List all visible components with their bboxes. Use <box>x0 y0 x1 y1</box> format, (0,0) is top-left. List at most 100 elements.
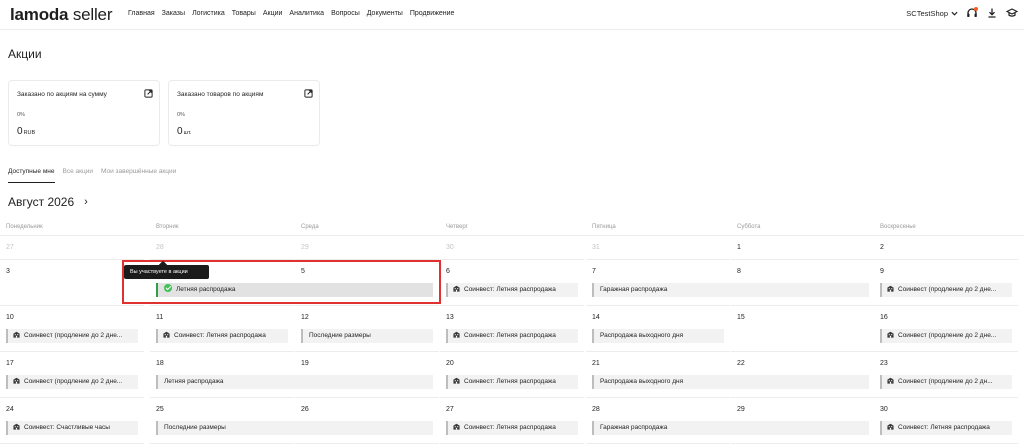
shop-name: SCTestShop <box>906 8 948 18</box>
day-number: 25 <box>156 406 164 413</box>
calendar-day-cell: 15 <box>731 306 875 352</box>
nav-item-promotions[interactable]: Акции <box>263 10 283 17</box>
promotion-event[interactable]: Соинвест (продление до 2 дн... <box>880 375 1012 389</box>
promotion-event[interactable]: Распродажа выходного дня <box>592 375 869 389</box>
promotion-event-label: Летняя распродажа <box>176 286 236 293</box>
day-number: 19 <box>301 360 309 367</box>
promotion-event-label: Соинвест: Летняя распродажа <box>174 332 266 339</box>
day-number: 12 <box>301 314 309 321</box>
day-number: 15 <box>737 314 745 321</box>
promotion-event[interactable]: Летняя распродажа <box>156 283 433 297</box>
lamoda-seller-logo[interactable]: lamoda seller <box>10 5 112 25</box>
nav-item-logistics[interactable]: Логистика <box>192 10 225 17</box>
promotion-event[interactable]: Соинвест: Летняя распродажа <box>446 329 578 343</box>
promotion-event-label: Соинвест (продление до 2 дне... <box>24 378 123 385</box>
weekday-label: Среда <box>301 224 319 230</box>
participation-tooltip: Вы участвуете в акции <box>124 265 209 279</box>
promotion-event[interactable]: Гаражная распродажа <box>592 283 869 297</box>
day-number: 10 <box>6 314 14 321</box>
weekday-label: Воскресенье <box>880 224 916 230</box>
promotion-event[interactable]: Соинвест (продление до 2 дне... <box>880 283 1012 297</box>
day-number: 6 <box>446 268 450 275</box>
promotion-event[interactable]: Соинвест: Летняя распродажа <box>446 375 578 389</box>
page-title: Акции <box>8 47 42 61</box>
tab-available[interactable]: Доступные мне <box>8 168 55 183</box>
building-icon <box>13 331 20 338</box>
weekday-label: Четверг <box>446 224 468 230</box>
building-icon <box>453 331 460 338</box>
building-icon <box>453 377 460 384</box>
promotion-event-label: Последние размеры <box>164 424 226 431</box>
download-icon[interactable] <box>986 7 998 19</box>
external-link-icon[interactable] <box>304 89 313 98</box>
building-icon <box>887 423 894 430</box>
day-number: 7 <box>592 268 596 275</box>
next-month-arrow-icon[interactable]: › <box>84 196 88 208</box>
graduation-cap-icon[interactable] <box>1005 7 1019 19</box>
day-number: 31 <box>592 244 600 251</box>
promotion-event[interactable]: Соинвест: Летняя распродажа <box>156 329 288 343</box>
day-number: 9 <box>880 268 884 275</box>
promotion-event[interactable]: Соинвест: Летняя распродажа <box>446 283 578 297</box>
weekday-label: Понедельник <box>6 224 43 230</box>
promotion-event-label: Соинвест (продление до 2 дне... <box>24 332 123 339</box>
weekday-label: Суббота <box>737 224 761 230</box>
promotion-event[interactable]: Соинвест (продление до 2 дне... <box>6 375 138 389</box>
day-number: 18 <box>156 360 164 367</box>
weekday-label: Пятница <box>592 224 616 230</box>
promotion-event-label: Соинвест: Летняя распродажа <box>464 332 556 339</box>
promotion-event-label: Летняя распродажа <box>164 378 224 385</box>
promotion-event-label: Распродажа выходного дня <box>600 378 684 385</box>
tab-all[interactable]: Все акции <box>63 168 93 183</box>
day-number: 28 <box>592 406 600 413</box>
nav-item-home[interactable]: Главная <box>128 10 155 17</box>
day-number: 30 <box>446 244 454 251</box>
promotion-event-label: Соинвест: Летняя распродажа <box>464 424 556 431</box>
promotion-event[interactable]: Соинвест: Летняя распродажа <box>446 421 578 435</box>
month-header: Август 2026 › <box>8 195 88 209</box>
calendar-day-cell: 27 <box>0 238 144 260</box>
shop-selector[interactable]: SCTestShop <box>906 9 958 18</box>
chevron-down-icon <box>951 11 958 16</box>
promotion-event[interactable]: Соинвест (продление до 2 дне... <box>880 329 1012 343</box>
nav-item-products[interactable]: Товары <box>232 10 256 17</box>
promotion-event-label: Соинвест: Счастливые часы <box>24 424 110 431</box>
promotion-event[interactable]: Последние размеры <box>156 421 433 435</box>
nav-item-orders[interactable]: Заказы <box>162 10 185 17</box>
weekday-label: Вторник <box>156 224 179 230</box>
day-number: 26 <box>301 406 309 413</box>
day-number: 16 <box>880 314 888 321</box>
calendar-day-cell: 3 <box>0 260 144 306</box>
promotion-event-label: Распродажа выходного дня <box>600 332 684 339</box>
tab-completed[interactable]: Мои завершённые акции <box>101 168 176 183</box>
nav-item-questions[interactable]: Вопросы <box>331 10 360 17</box>
day-number: 27 <box>6 244 14 251</box>
day-number: 27 <box>446 406 454 413</box>
stat-percent: 0% <box>177 112 185 118</box>
external-link-icon[interactable] <box>144 89 153 98</box>
promotion-event[interactable]: Последние размеры <box>301 329 433 343</box>
promotion-event[interactable]: Соинвест: Счастливые часы <box>6 421 138 435</box>
calendar-day-cell: 28 <box>150 238 294 260</box>
promotion-event[interactable]: Распродажа выходного дня <box>592 329 724 343</box>
promotion-event[interactable]: Гаражная распродажа <box>592 421 869 435</box>
promotion-event[interactable]: Соинвест: Летняя распродажа <box>880 421 1012 435</box>
stat-card-order-sum: Заказано по акциям на сумму 0% 0RUB <box>8 80 160 146</box>
headset-support-icon[interactable] <box>966 7 978 19</box>
day-number: 24 <box>6 406 14 413</box>
main-nav: Главная Заказы Логистика Товары Акции Ан… <box>128 10 454 17</box>
promotion-event[interactable]: Летняя распродажа <box>156 375 433 389</box>
nav-item-analytics[interactable]: Аналитика <box>289 10 324 17</box>
building-icon <box>887 285 894 292</box>
stat-label: Заказано по акциям на сумму <box>17 91 107 98</box>
promotion-event[interactable]: Соинвест (продление до 2 дне... <box>6 329 138 343</box>
promotion-event-label: Гаражная распродажа <box>600 286 668 293</box>
day-number: 29 <box>737 406 745 413</box>
building-icon <box>453 423 460 430</box>
nav-item-advertising[interactable]: Продвижение <box>410 10 455 17</box>
day-number: 17 <box>6 360 14 367</box>
month-title: Август 2026 <box>8 195 75 209</box>
nav-item-documents[interactable]: Документы <box>367 10 403 17</box>
promotion-event-label: Соинвест (продление до 2 дне... <box>898 286 997 293</box>
calendar-day-cell: 1 <box>731 238 875 260</box>
